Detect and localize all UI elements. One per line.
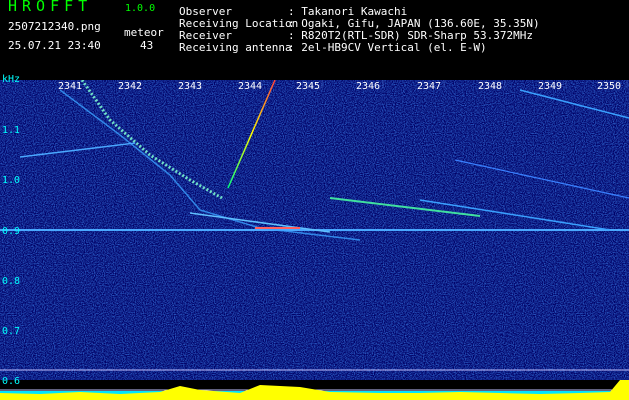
y-tick-1-0: 1.0: [2, 175, 21, 186]
x-tick-2348: 2348: [478, 81, 503, 92]
info-key-observer: Observer: [179, 5, 232, 18]
meteor-count: 43: [140, 39, 154, 52]
x-tick-2350: 2350: [597, 81, 622, 92]
x-tick-2341: 2341: [58, 81, 83, 92]
app-title: HROFFT: [8, 0, 93, 15]
info-value-antenna: : 2el-HB9CV Vertical (el. E-W): [288, 41, 487, 54]
file-name: 2507212340.png: [8, 20, 101, 33]
meteor-label: meteor: [124, 26, 164, 39]
info-value-observer: : Takanori Kawachi: [288, 5, 408, 18]
y-tick-0-8: 0.8: [2, 276, 21, 287]
y-tick-0-7: 0.7: [2, 326, 21, 337]
info-value-location: : Ogaki, Gifu, JAPAN (136.60E, 35.35N): [288, 17, 540, 30]
x-tick-2345: 2345: [296, 81, 321, 92]
app-version: 1.0.0: [125, 3, 156, 14]
x-tick-2344: 2344: [238, 81, 263, 92]
x-tick-2343: 2343: [178, 81, 203, 92]
info-key-location: Receiving Location: [179, 17, 299, 30]
x-tick-2342: 2342: [118, 81, 143, 92]
capture-datetime: 25.07.21 23:40: [8, 39, 101, 52]
info-value-receiver: : R820T2(RTL-SDR) SDR-Sharp 53.372MHz: [288, 29, 534, 42]
x-tick-2349: 2349: [538, 81, 563, 92]
x-tick-2346: 2346: [356, 81, 381, 92]
x-tick-2347: 2347: [417, 81, 442, 92]
info-key-antenna: Receiving antenna: [179, 41, 292, 54]
y-tick-0-9: 0.9: [2, 226, 21, 237]
y-axis-unit: kHz: [2, 74, 21, 85]
spectrogram: [0, 80, 629, 400]
y-tick-0-6: 0.6: [2, 376, 21, 387]
y-tick-1-1: 1.1: [2, 125, 21, 136]
info-key-receiver: Receiver: [179, 29, 232, 42]
